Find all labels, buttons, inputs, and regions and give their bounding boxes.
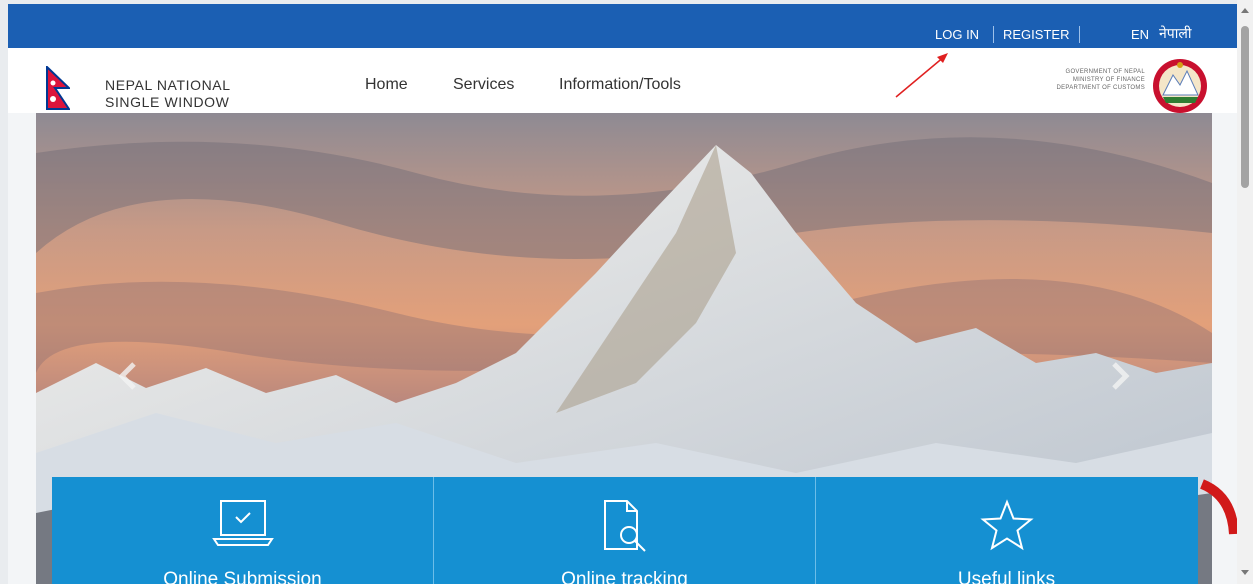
document-search-icon: [603, 500, 646, 552]
topbar-divider: [993, 26, 994, 43]
service-cards: Online Submission Online tracking Useful…: [52, 477, 1198, 584]
scroll-thumb[interactable]: [1241, 26, 1249, 188]
nav-information-tools[interactable]: Information/Tools: [559, 76, 681, 94]
card-label: Useful links: [957, 569, 1056, 584]
carousel-prev-icon[interactable]: [116, 361, 140, 391]
laptop-check-icon: [211, 500, 274, 546]
online-submission-card[interactable]: Online Submission: [52, 477, 433, 584]
online-tracking-card[interactable]: Online tracking: [434, 477, 815, 584]
site-logo-text[interactable]: NEPAL NATIONAL SINGLE WINDOW: [105, 77, 231, 111]
nav-services[interactable]: Services: [453, 76, 514, 94]
nepal-flag-icon: [46, 66, 70, 110]
star-icon: [979, 499, 1034, 551]
government-text: GOVERNMENT OF NEPAL MINISTRY OF FINANCE …: [1056, 68, 1145, 92]
top-bar: LOG IN REGISTER EN नेपाली: [8, 4, 1237, 48]
carousel-next-icon[interactable]: [1108, 361, 1132, 391]
useful-links-card[interactable]: Useful links: [816, 477, 1197, 584]
scroll-up-icon[interactable]: [1241, 8, 1249, 13]
login-link[interactable]: LOG IN: [935, 28, 979, 42]
card-label: Online Submission: [163, 569, 322, 584]
scroll-down-icon[interactable]: [1241, 570, 1249, 575]
brand-line-2: SINGLE WINDOW: [105, 94, 230, 110]
card-label: Online tracking: [561, 569, 688, 584]
site-header: NEPAL NATIONAL SINGLE WINDOW Home Servic…: [8, 48, 1237, 113]
topbar-divider: [1079, 26, 1080, 43]
government-emblem-icon: [1153, 59, 1207, 113]
brand-line-1: NEPAL NATIONAL: [105, 77, 231, 93]
gov-line-2: MINISTRY OF FINANCE: [1072, 77, 1145, 83]
browser-viewport: LOG IN REGISTER EN नेपाली NEPAL NATIONAL…: [8, 4, 1237, 584]
gov-line-3: DEPARTMENT OF CUSTOMS: [1056, 85, 1145, 91]
nav-home[interactable]: Home: [365, 76, 408, 94]
register-link[interactable]: REGISTER: [1003, 28, 1069, 42]
language-nepali-link[interactable]: नेपाली: [1159, 26, 1191, 40]
gov-line-1: GOVERNMENT OF NEPAL: [1065, 69, 1145, 75]
language-en-link[interactable]: EN: [1131, 28, 1149, 42]
vertical-scrollbar[interactable]: [1237, 0, 1253, 584]
